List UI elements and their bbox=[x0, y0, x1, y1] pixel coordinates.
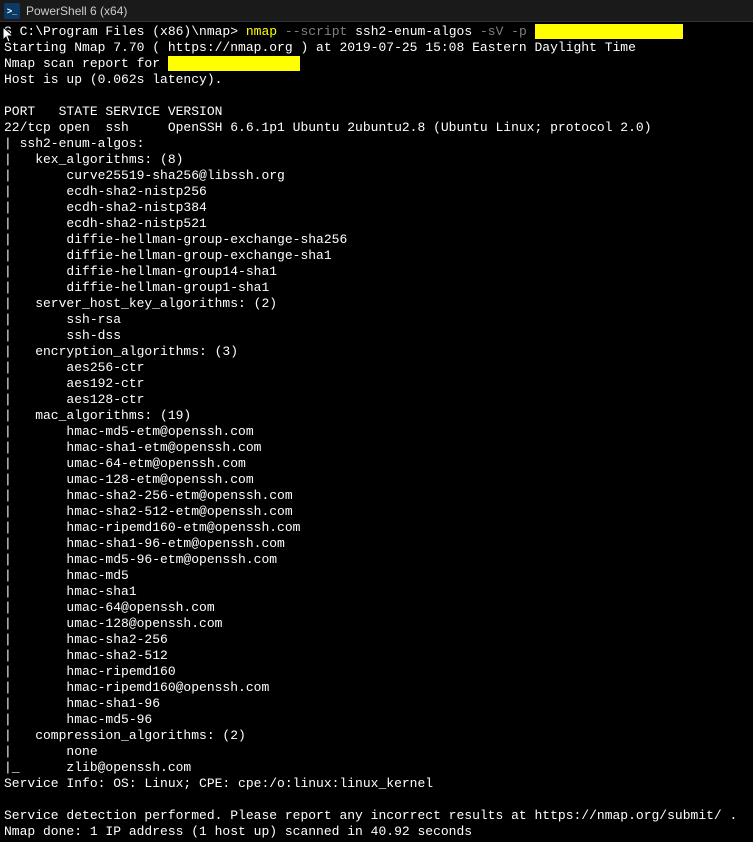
output-line: | hmac-sha1 bbox=[4, 584, 137, 599]
output-line: | umac-64@openssh.com bbox=[4, 600, 215, 615]
output-line: | server_host_key_algorithms: (2) bbox=[4, 296, 277, 311]
output-line: | mac_algorithms: (19) bbox=[4, 408, 191, 423]
output-line: | ssh2-enum-algos: bbox=[4, 136, 144, 151]
cmd-flags-2: -sV -p bbox=[480, 24, 527, 39]
window-title: PowerShell 6 (x64) bbox=[26, 4, 127, 18]
output-line: | hmac-sha1-etm@openssh.com bbox=[4, 440, 261, 455]
output-line: | hmac-sha2-512-etm@openssh.com bbox=[4, 504, 293, 519]
output-line: | aes128-ctr bbox=[4, 392, 144, 407]
cmd-script-arg: ssh2-enum-algos bbox=[355, 24, 472, 39]
output-header: PORT STATE SERVICE VERSION bbox=[4, 104, 222, 119]
output-line: | diffie-hellman-group14-sha1 bbox=[4, 264, 277, 279]
output-line: | hmac-md5 bbox=[4, 568, 129, 583]
redacted-host bbox=[168, 56, 301, 71]
output-line: Nmap scan report for bbox=[4, 56, 168, 71]
output-line: | aes256-ctr bbox=[4, 360, 144, 375]
prompt-path: S C:\Program Files (x86)\nmap> bbox=[4, 24, 238, 39]
output-line: | ssh-dss bbox=[4, 328, 121, 343]
window-titlebar[interactable]: >_ PowerShell 6 (x64) bbox=[0, 0, 753, 22]
output-line: | kex_algorithms: (8) bbox=[4, 152, 183, 167]
output-line: | hmac-sha1-96 bbox=[4, 696, 160, 711]
output-line: | hmac-md5-96 bbox=[4, 712, 152, 727]
output-line: | hmac-sha2-512 bbox=[4, 648, 168, 663]
output-line: Service Info: OS: Linux; CPE: cpe:/o:lin… bbox=[4, 776, 433, 791]
output-line: | hmac-ripemd160 bbox=[4, 664, 176, 679]
output-line: | compression_algorithms: (2) bbox=[4, 728, 246, 743]
output-line: | ecdh-sha2-nistp256 bbox=[4, 184, 207, 199]
output-line: | hmac-sha2-256-etm@openssh.com bbox=[4, 488, 293, 503]
output-line: Host is up (0.062s latency). bbox=[4, 72, 222, 87]
redacted-target bbox=[535, 24, 683, 39]
output-line: Service detection performed. Please repo… bbox=[4, 808, 737, 823]
output-line: | diffie-hellman-group-exchange-sha1 bbox=[4, 248, 332, 263]
output-line: | curve25519-sha256@libssh.org bbox=[4, 168, 285, 183]
cmd-name: nmap bbox=[246, 24, 277, 39]
powershell-icon: >_ bbox=[4, 3, 20, 19]
cmd-flag-script: --script bbox=[285, 24, 347, 39]
output-line: | diffie-hellman-group1-sha1 bbox=[4, 280, 269, 295]
output-line: | encryption_algorithms: (3) bbox=[4, 344, 238, 359]
output-line: | hmac-sha1-96-etm@openssh.com bbox=[4, 536, 285, 551]
output-line: | umac-64-etm@openssh.com bbox=[4, 456, 246, 471]
output-line: | hmac-md5-96-etm@openssh.com bbox=[4, 552, 277, 567]
output-line: | hmac-sha2-256 bbox=[4, 632, 168, 647]
terminal-output[interactable]: S C:\Program Files (x86)\nmap> nmap --sc… bbox=[0, 22, 753, 842]
output-line: | ecdh-sha2-nistp521 bbox=[4, 216, 207, 231]
output-line: | ecdh-sha2-nistp384 bbox=[4, 200, 207, 215]
output-line: | umac-128-etm@openssh.com bbox=[4, 472, 254, 487]
output-line: | none bbox=[4, 744, 98, 759]
output-line: Nmap done: 1 IP address (1 host up) scan… bbox=[4, 824, 472, 839]
output-line: | diffie-hellman-group-exchange-sha256 bbox=[4, 232, 347, 247]
output-line: | hmac-ripemd160@openssh.com bbox=[4, 680, 269, 695]
output-portline: 22/tcp open ssh OpenSSH 6.6.1p1 Ubuntu 2… bbox=[4, 120, 652, 135]
output-line: | umac-128@openssh.com bbox=[4, 616, 222, 631]
output-line: |_ zlib@openssh.com bbox=[4, 760, 191, 775]
output-line: | aes192-ctr bbox=[4, 376, 144, 391]
output-line: | hmac-md5-etm@openssh.com bbox=[4, 424, 254, 439]
output-line: Starting Nmap 7.70 ( https://nmap.org ) … bbox=[4, 40, 636, 55]
output-line: | ssh-rsa bbox=[4, 312, 121, 327]
output-line: | hmac-ripemd160-etm@openssh.com bbox=[4, 520, 300, 535]
